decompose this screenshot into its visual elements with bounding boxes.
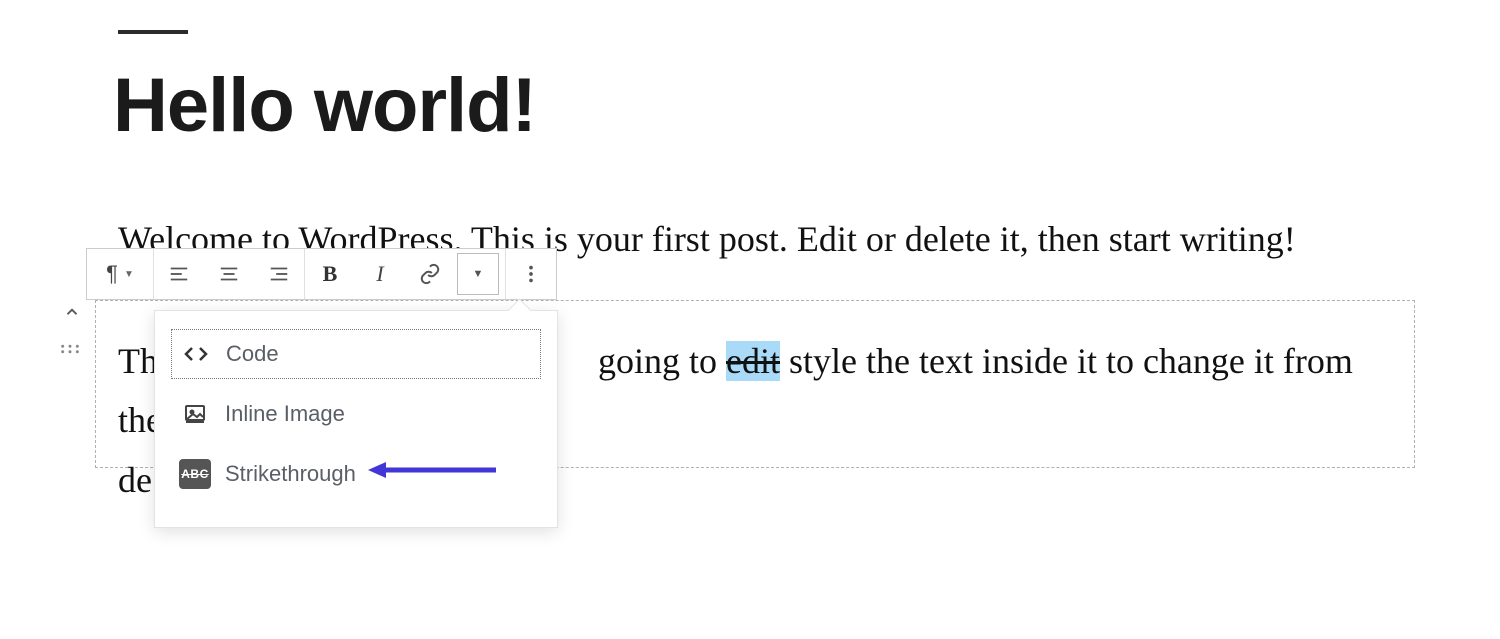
para2-fragment-hidden: Th — [118, 341, 158, 381]
dropdown-item-label: Code — [226, 341, 279, 367]
chevron-down-icon: ▼ — [124, 269, 134, 280]
more-options-button[interactable] — [506, 249, 556, 299]
dropdown-item-label: Inline Image — [225, 401, 345, 427]
align-left-button[interactable] — [154, 249, 204, 299]
chevron-up-icon — [63, 303, 81, 321]
dropdown-item-label: Strikethrough — [225, 461, 356, 487]
title-rule — [118, 30, 188, 34]
post-title[interactable]: Hello world! — [113, 62, 536, 149]
block-toolbar: ¶ ▼ B I ▼ — [86, 248, 557, 300]
formatting-dropdown: Code Inline Image ABC Strikethrough — [154, 310, 558, 528]
align-left-icon — [168, 263, 190, 285]
bold-button[interactable]: B — [305, 249, 355, 299]
dropdown-item-code[interactable]: Code — [171, 329, 541, 379]
block-type-paragraph-button[interactable]: ¶ ▼ — [87, 249, 153, 299]
move-block-up-button[interactable] — [58, 298, 86, 326]
para2-fragment-1: going to — [598, 341, 726, 381]
para2-highlighted-word: edit — [726, 341, 780, 381]
kebab-icon — [520, 263, 542, 285]
drag-dots-icon — [59, 343, 81, 355]
link-icon — [419, 263, 441, 285]
paragraph-icon: ¶ — [106, 261, 118, 287]
image-icon — [179, 399, 211, 429]
align-right-icon — [268, 263, 290, 285]
align-center-icon — [218, 263, 240, 285]
more-formatting-dropdown[interactable]: ▼ — [457, 253, 499, 295]
para2-line2: de — [118, 460, 152, 500]
link-button[interactable] — [405, 249, 455, 299]
dropdown-item-strikethrough[interactable]: ABC Strikethrough — [171, 449, 541, 499]
drag-handle[interactable] — [56, 340, 84, 358]
dropdown-item-inline-image[interactable]: Inline Image — [171, 389, 541, 439]
italic-button[interactable]: I — [355, 249, 405, 299]
align-center-button[interactable] — [204, 249, 254, 299]
align-right-button[interactable] — [254, 249, 304, 299]
strikethrough-icon: ABC — [179, 459, 211, 489]
chevron-down-icon: ▼ — [473, 268, 484, 280]
code-icon — [180, 339, 212, 369]
